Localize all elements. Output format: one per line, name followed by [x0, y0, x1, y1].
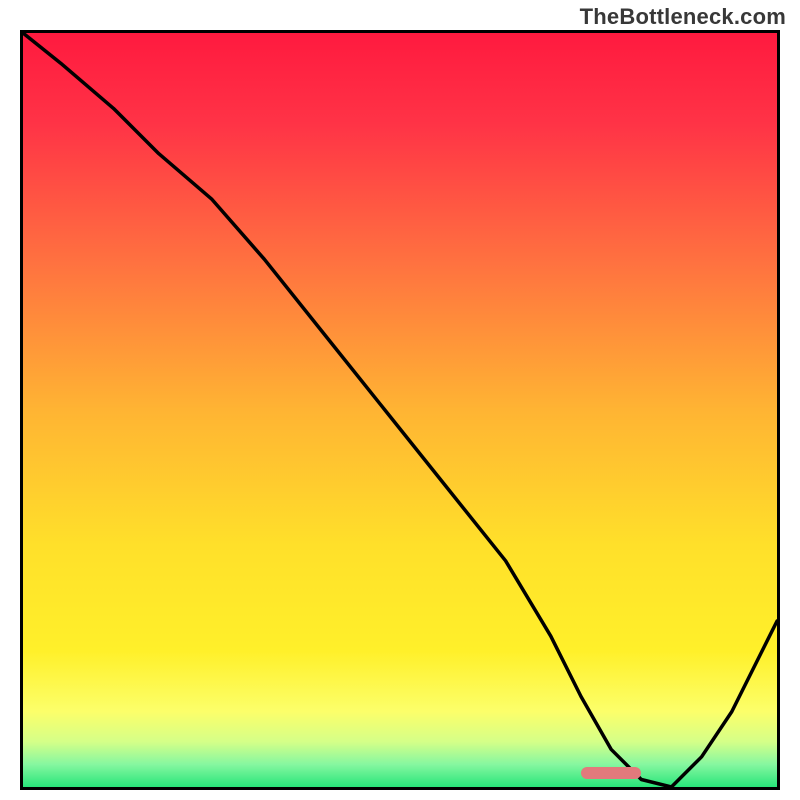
curve-layer: [23, 33, 777, 787]
watermark-text: TheBottleneck.com: [580, 4, 786, 30]
bottleneck-curve: [23, 33, 777, 787]
chart-container: TheBottleneck.com: [0, 0, 800, 800]
plot-frame: [20, 30, 780, 790]
optimal-range-marker: [581, 767, 641, 779]
